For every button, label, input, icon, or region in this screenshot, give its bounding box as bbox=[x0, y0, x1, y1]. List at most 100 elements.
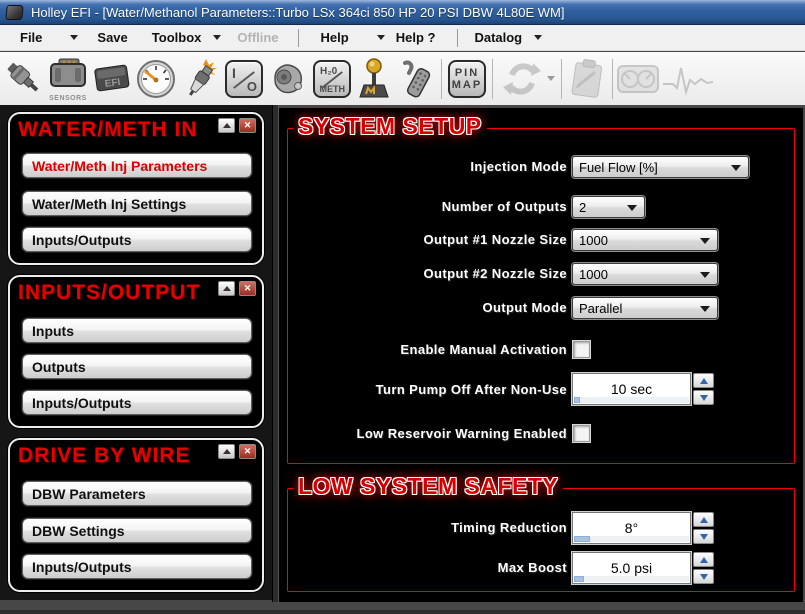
spark-plug-icon bbox=[189, 58, 217, 96]
timing-reduction-input[interactable]: 8° bbox=[572, 512, 691, 544]
efi-module-button[interactable]: EFI bbox=[90, 55, 134, 103]
svg-text:EFI: EFI bbox=[104, 76, 121, 89]
sidebar-item-inputs-outputs[interactable]: Inputs/Outputs bbox=[22, 554, 252, 579]
toolbar-separator bbox=[441, 58, 442, 99]
pump-off-after-input[interactable]: 10 sec bbox=[572, 373, 691, 405]
sidebar-item-dbw-parameters[interactable]: DBW Parameters bbox=[22, 481, 252, 506]
close-icon[interactable]: ✕ bbox=[239, 118, 256, 133]
spinner-thumb[interactable] bbox=[574, 536, 590, 542]
sidebar-item-inputs-outputs[interactable]: Inputs/Outputs bbox=[22, 390, 252, 415]
field-label: Turn Pump Off After Non-Use bbox=[375, 382, 567, 397]
sidebar: WATER/METH IN ✕ Water/Meth Inj Parameter… bbox=[0, 105, 272, 600]
menu-bar: File Save Toolbox Offline Help Help ? Da… bbox=[0, 25, 805, 51]
collapse-icon[interactable] bbox=[218, 444, 235, 459]
sidebar-item-inputs-outputs[interactable]: Inputs/Outputs bbox=[22, 227, 252, 252]
pump-button[interactable] bbox=[266, 55, 310, 103]
harness-button[interactable] bbox=[394, 55, 438, 103]
panel-inputs-outputs: INPUTS/OUTPUT ✕ Inputs Outputs Inputs/Ou… bbox=[8, 275, 264, 428]
close-icon[interactable]: ✕ bbox=[239, 444, 256, 459]
sensors-button[interactable]: SENSORS bbox=[46, 55, 90, 103]
app-icon bbox=[5, 4, 24, 20]
h2o-meth-icon: H₂0 METH bbox=[313, 59, 351, 98]
field-label: Timing Reduction bbox=[451, 520, 567, 535]
spinner-thumb[interactable] bbox=[574, 576, 584, 582]
pane-divider[interactable] bbox=[272, 105, 279, 602]
field-label: Low Reservoir Warning Enabled bbox=[356, 426, 567, 441]
chevron-down-icon bbox=[534, 35, 543, 40]
pump-icon bbox=[274, 63, 303, 93]
number-of-outputs-select[interactable]: 2 bbox=[572, 196, 645, 218]
gauges-icon bbox=[617, 64, 659, 93]
clipboard-icon bbox=[571, 58, 603, 98]
shifter-button[interactable] bbox=[354, 55, 394, 103]
output1-nozzle-select[interactable]: 1000 bbox=[572, 229, 718, 251]
window-title: Holley EFI - [Water/Methanol Parameters:… bbox=[31, 4, 565, 20]
max-boost-spinner: 5.0 psi bbox=[572, 552, 714, 584]
main-panel: SYSTEM SETUP Injection Mode Fuel Flow [%… bbox=[279, 108, 803, 602]
chevron-down-icon bbox=[700, 238, 710, 244]
field-label: Output #2 Nozzle Size bbox=[423, 266, 567, 281]
spin-up-button[interactable] bbox=[693, 373, 714, 388]
collapse-icon[interactable] bbox=[218, 281, 235, 296]
arrow-up-icon bbox=[699, 556, 708, 563]
spin-up-button[interactable] bbox=[693, 512, 714, 527]
low-system-safety-box bbox=[287, 488, 795, 592]
spinner-track[interactable] bbox=[574, 576, 689, 582]
sidebar-item-inputs[interactable]: Inputs bbox=[22, 318, 252, 343]
toolbar: SENSORS EFI I O H₂0 METH PIN MAP bbox=[0, 52, 805, 105]
pin-map-button[interactable]: PIN MAP bbox=[445, 55, 489, 103]
field-label: Injection Mode bbox=[470, 159, 567, 174]
menu-separator bbox=[457, 28, 459, 47]
menu-help-question[interactable]: Help ? bbox=[394, 27, 438, 48]
section-title-low-system-safety: LOW SYSTEM SAFETY bbox=[293, 473, 564, 500]
title-bar: Holley EFI - [Water/Methanol Parameters:… bbox=[0, 0, 805, 25]
timing-reduction-spinner: 8° bbox=[572, 512, 714, 544]
field-label: Number of Outputs bbox=[441, 199, 567, 214]
spinner-thumb[interactable] bbox=[574, 397, 580, 403]
spinner-track[interactable] bbox=[574, 536, 689, 542]
sidebar-item-water-meth-inj-parameters[interactable]: Water/Meth Inj Parameters bbox=[22, 153, 252, 178]
h2o-meth-button[interactable]: H₂0 METH bbox=[310, 55, 354, 103]
spark-plug-button[interactable] bbox=[178, 55, 222, 103]
close-icon[interactable]: ✕ bbox=[239, 281, 256, 296]
toolbar-separator bbox=[492, 58, 493, 99]
app-window: Holley EFI - [Water/Methanol Parameters:… bbox=[0, 0, 805, 614]
panel-water-meth-inj: WATER/METH IN ✕ Water/Meth Inj Parameter… bbox=[8, 112, 264, 265]
sidebar-item-outputs[interactable]: Outputs bbox=[22, 354, 252, 379]
chevron-down-icon bbox=[546, 76, 555, 81]
injector-icon bbox=[7, 62, 39, 91]
injector-button[interactable] bbox=[2, 55, 46, 103]
collapse-icon[interactable] bbox=[218, 118, 235, 133]
sidebar-item-dbw-settings[interactable]: DBW Settings bbox=[22, 518, 252, 543]
spinner-track[interactable] bbox=[574, 397, 689, 403]
datalog-monitor-button bbox=[660, 55, 716, 103]
sync-icon bbox=[502, 62, 541, 95]
spin-down-button[interactable] bbox=[693, 569, 714, 584]
menu-save[interactable]: Save bbox=[95, 27, 129, 48]
max-boost-input[interactable]: 5.0 psi bbox=[572, 552, 691, 584]
injection-mode-select[interactable]: Fuel Flow [%] bbox=[572, 156, 749, 178]
arrow-down-icon bbox=[699, 533, 708, 540]
field-label: Output #1 Nozzle Size bbox=[423, 232, 567, 247]
output2-nozzle-select[interactable]: 1000 bbox=[572, 263, 718, 285]
spin-up-button[interactable] bbox=[693, 552, 714, 567]
output-mode-select[interactable]: Parallel bbox=[572, 297, 718, 319]
menu-datalog[interactable]: Datalog bbox=[472, 27, 543, 48]
arrow-down-icon bbox=[699, 573, 708, 580]
spin-down-button[interactable] bbox=[693, 529, 714, 544]
chevron-down-icon bbox=[700, 272, 710, 278]
io-button[interactable]: I O bbox=[222, 55, 266, 103]
field-label: Enable Manual Activation bbox=[400, 342, 567, 357]
spin-down-button[interactable] bbox=[693, 390, 714, 405]
gauge-button[interactable] bbox=[134, 55, 178, 103]
menu-toolbox[interactable]: Toolbox bbox=[150, 27, 222, 48]
low-reservoir-warning-checkbox[interactable] bbox=[573, 425, 590, 442]
field-label: Max Boost bbox=[497, 560, 567, 575]
sidebar-item-water-meth-inj-settings[interactable]: Water/Meth Inj Settings bbox=[22, 191, 252, 216]
arrow-up-icon bbox=[699, 377, 708, 384]
efi-module-icon: EFI bbox=[94, 64, 130, 91]
menu-help[interactable]: Help bbox=[319, 27, 385, 48]
gauge-icon bbox=[137, 59, 175, 98]
enable-manual-activation-checkbox[interactable] bbox=[573, 341, 590, 358]
menu-file[interactable]: File bbox=[18, 27, 79, 48]
